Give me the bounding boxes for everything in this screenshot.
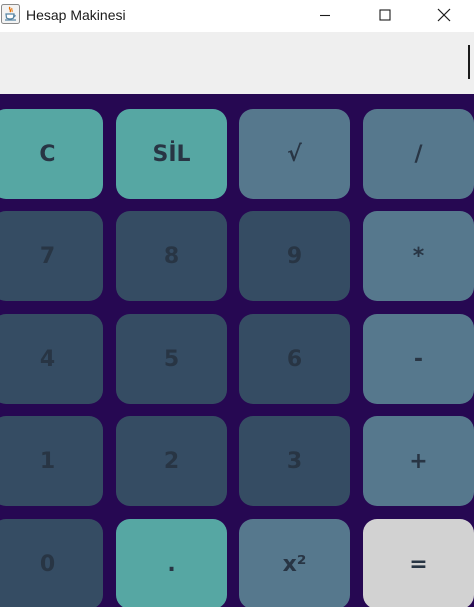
keypad: C SİL √ / 7 8 9 * 4 5 6 - 1 2 3 + 0 . x²…: [0, 94, 474, 607]
add-button[interactable]: +: [363, 416, 474, 506]
digit-1-button[interactable]: 1: [0, 416, 103, 506]
maximize-button[interactable]: [355, 0, 415, 30]
multiply-button[interactable]: *: [363, 211, 474, 301]
square-button[interactable]: x²: [239, 519, 350, 607]
digit-0-button[interactable]: 0: [0, 519, 103, 607]
maximize-icon: [379, 9, 391, 21]
delete-button[interactable]: SİL: [116, 109, 227, 199]
digit-5-button[interactable]: 5: [116, 314, 227, 404]
subtract-button[interactable]: -: [363, 314, 474, 404]
minimize-icon: [320, 14, 330, 17]
digit-3-button[interactable]: 3: [239, 416, 350, 506]
window-title: Hesap Makinesi: [26, 7, 126, 23]
digit-2-button[interactable]: 2: [116, 416, 227, 506]
java-app-icon: [1, 4, 20, 24]
close-button[interactable]: [414, 0, 474, 30]
decimal-button[interactable]: .: [116, 519, 227, 607]
digit-8-button[interactable]: 8: [116, 211, 227, 301]
equals-button[interactable]: =: [363, 519, 474, 607]
calculator-window: Hesap Makinesi C SİL √ / 7 8 9 * 4 5 6 -…: [0, 0, 474, 607]
digit-4-button[interactable]: 4: [0, 314, 103, 404]
close-icon: [437, 8, 451, 22]
digit-6-button[interactable]: 6: [239, 314, 350, 404]
clear-button[interactable]: C: [0, 109, 103, 199]
title-bar: Hesap Makinesi: [0, 0, 474, 32]
text-cursor: [468, 45, 470, 79]
digit-7-button[interactable]: 7: [0, 211, 103, 301]
divide-button[interactable]: /: [363, 109, 474, 199]
digit-9-button[interactable]: 9: [239, 211, 350, 301]
display-field[interactable]: [0, 32, 474, 94]
minimize-button[interactable]: [295, 0, 355, 30]
sqrt-button[interactable]: √: [239, 109, 350, 199]
